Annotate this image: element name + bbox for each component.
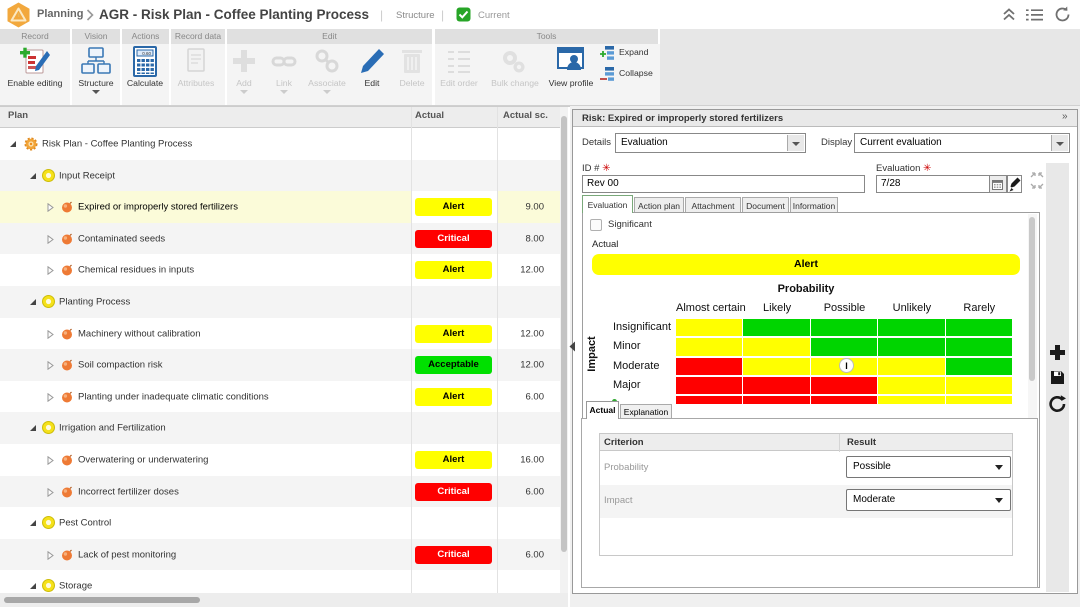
svg-text:0.60: 0.60: [142, 51, 151, 56]
